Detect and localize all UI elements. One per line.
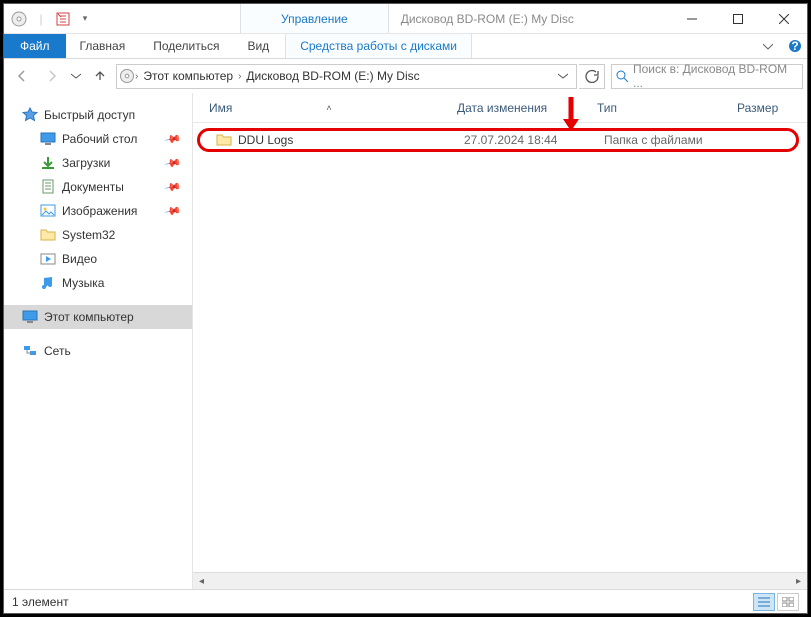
icons-view-button[interactable] [777, 593, 799, 611]
sidebar-item[interactable]: Музыка [4, 271, 192, 295]
pin-icon: 📌 [164, 154, 183, 173]
up-button[interactable] [86, 62, 114, 90]
file-name: DDU Logs [238, 133, 293, 147]
properties-icon[interactable] [54, 10, 72, 28]
help-icon[interactable]: ? [783, 34, 807, 58]
ribbon: Файл Главная Поделиться Вид Средства раб… [4, 34, 807, 59]
titlebar: | ▾ Управление Дисковод BD-ROM (E:) My D… [4, 4, 807, 34]
col-name[interactable]: Имя˄ [209, 101, 457, 115]
scroll-right-icon[interactable]: ▸ [790, 576, 807, 587]
table-row[interactable]: DDU Logs 27.07.2024 18:44 Папка с файлам… [197, 128, 799, 152]
downloads-icon [40, 155, 56, 171]
sidebar-item[interactable]: System32 [4, 223, 192, 247]
item-count: 1 элемент [12, 595, 69, 609]
disc-icon [10, 10, 28, 28]
sidebar-item[interactable]: Рабочий стол 📌 [4, 127, 192, 151]
this-pc-label: Этот компьютер [44, 310, 134, 324]
col-size[interactable]: Размер [737, 101, 797, 115]
file-list: Имя˄ Дата изменения Тип Размер DDU Logs … [193, 93, 807, 589]
explorer-window: | ▾ Управление Дисковод BD-ROM (E:) My D… [3, 3, 808, 614]
sidebar-item-label: Рабочий стол [62, 132, 137, 146]
forward-button[interactable] [38, 62, 66, 90]
sidebar-item[interactable]: Видео [4, 247, 192, 271]
horizontal-scrollbar[interactable]: ◂ ▸ [193, 572, 807, 589]
monitor-icon [22, 309, 38, 325]
tab-view[interactable]: Вид [233, 34, 283, 58]
crumb-drive[interactable]: Дисковод BD-ROM (E:) My Disc [241, 65, 424, 88]
close-button[interactable] [761, 4, 807, 34]
pin-icon: 📌 [164, 130, 183, 149]
search-input[interactable]: Поиск в: Дисковод BD-ROM ... [611, 64, 803, 89]
quick-access-toolbar: | ▾ [4, 10, 100, 28]
details-view-button[interactable] [753, 593, 775, 611]
body: Быстрый доступ Рабочий стол📌Загрузки📌Док… [4, 93, 807, 589]
file-date: 27.07.2024 18:44 [464, 133, 604, 147]
network-label: Сеть [44, 344, 71, 358]
tab-share[interactable]: Поделиться [139, 34, 233, 58]
this-pc[interactable]: Этот компьютер [4, 305, 192, 329]
search-placeholder: Поиск в: Дисковод BD-ROM ... [633, 62, 798, 90]
sidebar-item[interactable]: Документы 📌 [4, 175, 192, 199]
contextual-title: Управление [240, 4, 389, 33]
sidebar-item-label: Музыка [62, 276, 104, 290]
col-type[interactable]: Тип [597, 101, 737, 115]
star-icon [22, 107, 38, 123]
navigation-pane: Быстрый доступ Рабочий стол📌Загрузки📌Док… [4, 93, 193, 589]
recent-dropdown-icon[interactable] [68, 62, 84, 90]
file-type: Папка с файлами [604, 133, 744, 147]
documents-icon [40, 179, 56, 195]
refresh-button[interactable] [579, 64, 605, 89]
tab-disc-tools[interactable]: Средства работы с дисками [285, 34, 472, 58]
back-button[interactable] [8, 62, 36, 90]
sidebar-item[interactable]: Изображения 📌 [4, 199, 192, 223]
pin-icon: 📌 [164, 178, 183, 197]
maximize-button[interactable] [715, 4, 761, 34]
file-tab[interactable]: Файл [4, 34, 66, 58]
music-icon [40, 275, 56, 291]
svg-text:?: ? [791, 39, 798, 53]
ribbon-expand-icon[interactable] [753, 34, 783, 58]
disc-icon [119, 68, 135, 84]
tab-home[interactable]: Главная [66, 34, 140, 58]
column-headers: Имя˄ Дата изменения Тип Размер [193, 93, 807, 123]
status-bar: 1 элемент [4, 589, 807, 613]
desktop-icon [40, 131, 56, 147]
sidebar-item-label: System32 [62, 228, 115, 242]
col-date[interactable]: Дата изменения [457, 101, 597, 115]
scroll-left-icon[interactable]: ◂ [193, 576, 210, 587]
sidebar-item[interactable]: Загрузки 📌 [4, 151, 192, 175]
minimize-button[interactable] [669, 4, 715, 34]
qat-dropdown-icon[interactable]: ▾ [76, 10, 94, 28]
network[interactable]: Сеть [4, 339, 192, 363]
search-icon [616, 70, 629, 83]
address-bar: › Этот компьютер › Дисковод BD-ROM (E:) … [4, 59, 807, 93]
sidebar-item-label: Изображения [62, 204, 137, 218]
qat-sep-icon: | [32, 10, 50, 28]
pin-icon: 📌 [164, 202, 183, 221]
address-dropdown-icon[interactable] [552, 71, 574, 81]
sidebar-item-label: Загрузки [62, 156, 110, 170]
address-box[interactable]: › Этот компьютер › Дисковод BD-ROM (E:) … [116, 64, 577, 89]
window-buttons [669, 4, 807, 34]
sidebar-item-label: Документы [62, 180, 124, 194]
sort-asc-icon: ˄ [326, 103, 331, 113]
network-icon [22, 343, 38, 359]
window-title: Дисковод BD-ROM (E:) My Disc [389, 12, 669, 26]
sidebar-item-label: Видео [62, 252, 97, 266]
videos-icon [40, 251, 56, 267]
quick-access[interactable]: Быстрый доступ [4, 103, 192, 127]
folder-icon [40, 227, 56, 243]
folder-icon [216, 132, 232, 148]
quick-access-label: Быстрый доступ [44, 108, 135, 122]
pictures-icon [40, 203, 56, 219]
crumb-thispc[interactable]: Этот компьютер [138, 65, 238, 88]
